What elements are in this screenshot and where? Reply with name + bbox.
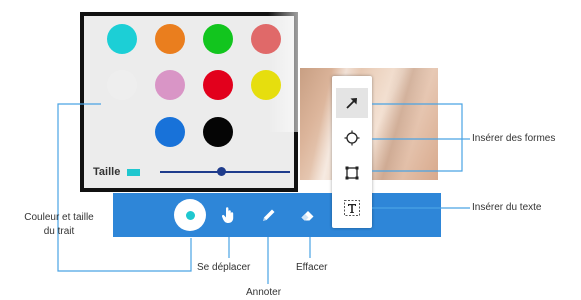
- callout-color-size-line2: du trait: [43, 226, 75, 237]
- callout-annotate: Annoter: [246, 287, 282, 298]
- callout-color-size-line1: Couleur et taille: [24, 212, 94, 223]
- callout-lines: [57, 103, 470, 284]
- leader-line-color-size: [57, 103, 192, 272]
- callout-move: Se déplacer: [197, 262, 251, 273]
- callout-insert-text: Insérer du texte: [472, 202, 542, 213]
- callout-color-size: Couleur et taille du trait: [14, 211, 104, 239]
- callout-erase: Effacer: [296, 262, 328, 273]
- callout-insert-shapes: Insérer des formes: [472, 133, 556, 144]
- leader-line-shapes-bracket: [372, 103, 463, 172]
